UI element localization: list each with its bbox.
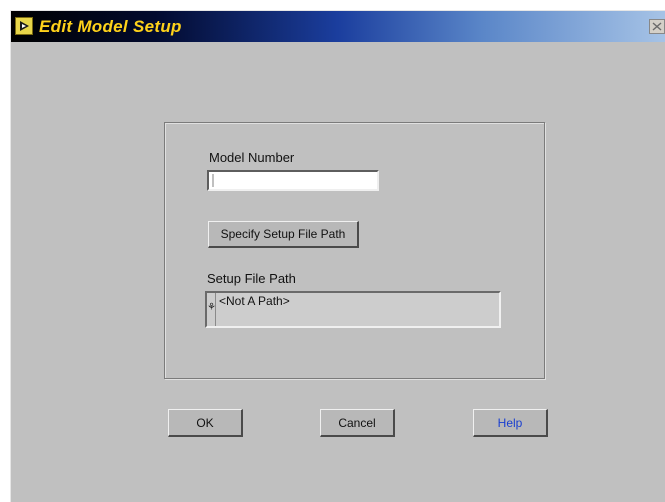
setup-file-path-display[interactable]: ⚘ <Not A Path> <box>205 291 501 328</box>
help-button[interactable]: Help <box>473 409 548 437</box>
setup-file-path-value: <Not A Path> <box>219 294 290 308</box>
app-icon <box>15 17 33 35</box>
ok-button[interactable]: OK <box>168 409 243 437</box>
close-icon[interactable] <box>649 19 665 34</box>
model-number-input[interactable] <box>207 170 379 191</box>
cancel-button[interactable]: Cancel <box>320 409 395 437</box>
path-icon[interactable]: ⚘ <box>207 293 216 326</box>
title-bar[interactable]: Edit Model Setup <box>11 11 665 42</box>
edit-model-setup-window: Edit Model Setup Model Number Specify Se… <box>10 10 665 502</box>
model-number-label: Model Number <box>209 150 295 165</box>
window-title: Edit Model Setup <box>39 17 182 36</box>
text-caret <box>212 174 214 187</box>
setup-file-path-label: Setup File Path <box>207 271 296 286</box>
specify-setup-file-path-button[interactable]: Specify Setup File Path <box>208 221 359 248</box>
